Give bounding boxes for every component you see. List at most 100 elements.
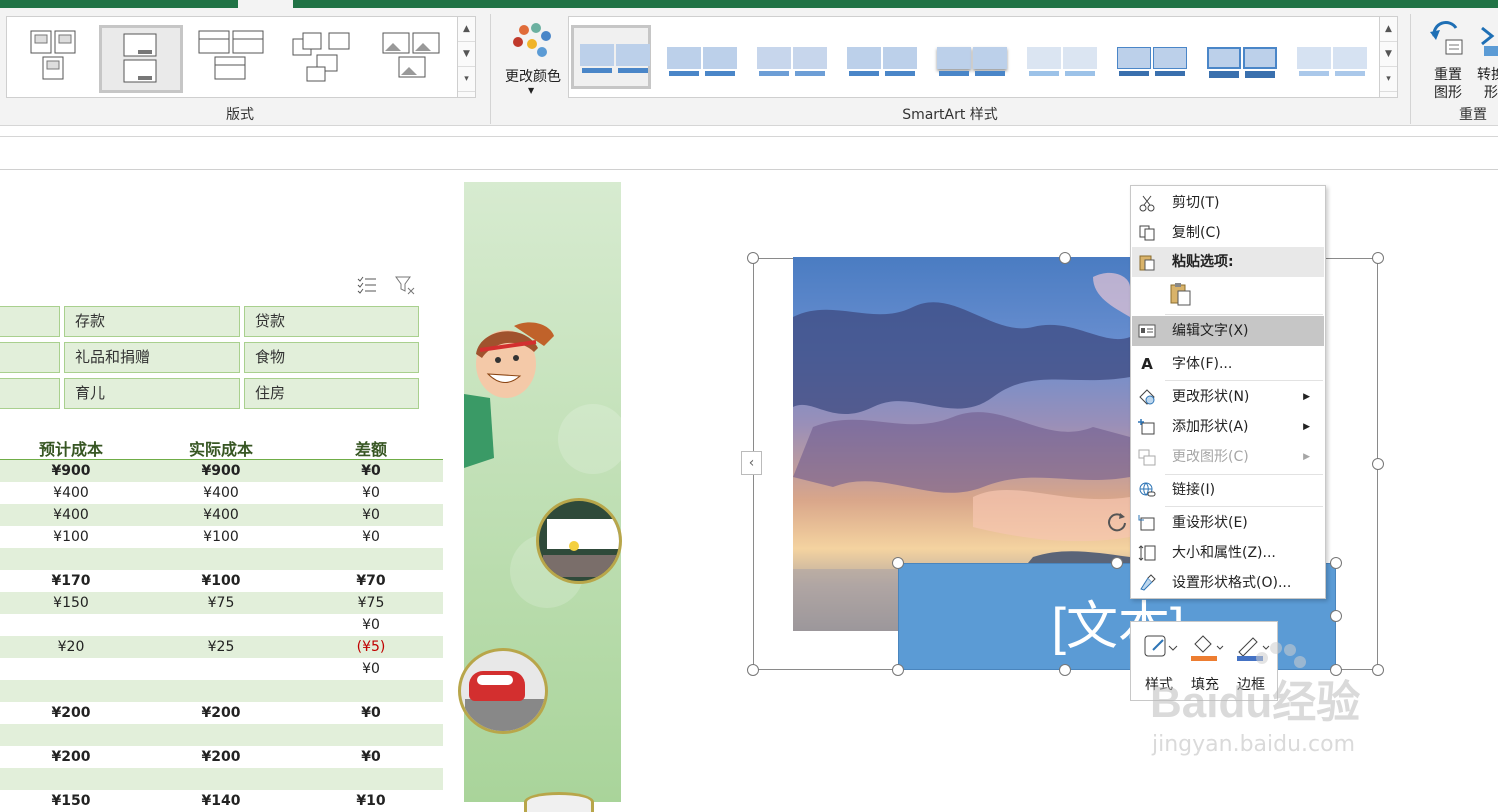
- resize-handle[interactable]: [1372, 458, 1384, 470]
- cell-projected[interactable]: ¥900: [11, 460, 131, 482]
- table-row[interactable]: [0, 768, 443, 790]
- shape-resize-handle[interactable]: [1111, 557, 1123, 569]
- convert-button[interactable]: 转换 形: [1474, 14, 1498, 98]
- slicer-item-partial[interactable]: [0, 378, 60, 409]
- table-row[interactable]: ¥200 ¥200 ¥0: [0, 702, 443, 724]
- slicer-item-partial[interactable]: [0, 306, 60, 337]
- cell-difference[interactable]: ¥0: [311, 460, 431, 482]
- menu-item-format-shape[interactable]: 设置形状格式(O)...: [1132, 568, 1324, 598]
- cell-difference[interactable]: ¥0: [311, 614, 431, 636]
- clear-filter-icon[interactable]: [394, 274, 416, 296]
- cell-projected[interactable]: ¥400: [11, 482, 131, 504]
- smartart-style-9[interactable]: [1291, 31, 1371, 95]
- table-row[interactable]: [0, 724, 443, 746]
- shape-resize-handle[interactable]: [892, 664, 904, 676]
- cell-actual[interactable]: ¥900: [161, 460, 281, 482]
- menu-item-change-shape[interactable]: 更改形状(N) ▶: [1132, 382, 1324, 412]
- resize-handle[interactable]: [1059, 664, 1071, 676]
- slicer-item-savings[interactable]: 存款: [64, 306, 240, 337]
- cell-actual[interactable]: ¥100: [161, 526, 281, 548]
- menu-item-size-properties[interactable]: 大小和属性(Z)...: [1132, 538, 1324, 568]
- cell-difference[interactable]: (¥5): [311, 636, 431, 658]
- paste-option-button[interactable]: [1169, 281, 1193, 307]
- cell-projected[interactable]: ¥20: [11, 636, 131, 658]
- shape-resize-handle[interactable]: [1330, 610, 1342, 622]
- table-row[interactable]: ¥100 ¥100 ¥0: [0, 526, 443, 548]
- cell-actual[interactable]: ¥200: [161, 746, 281, 768]
- resize-handle[interactable]: [1372, 252, 1384, 264]
- smartart-style-3[interactable]: [751, 31, 831, 95]
- layout-option-3[interactable]: [193, 25, 277, 93]
- scroll-up-icon[interactable]: ▲: [1380, 17, 1397, 42]
- menu-item-link[interactable]: 链接(I): [1132, 475, 1324, 505]
- cell-difference[interactable]: ¥75: [311, 592, 431, 614]
- scroll-down-icon[interactable]: ▼: [1380, 42, 1397, 67]
- menu-item-edit-text[interactable]: 编辑文字(X): [1132, 316, 1324, 346]
- cell-difference[interactable]: ¥70: [311, 570, 431, 592]
- table-row[interactable]: [0, 680, 443, 702]
- smartart-style-8[interactable]: [1201, 31, 1281, 95]
- table-row[interactable]: ¥20 ¥25 (¥5): [0, 636, 443, 658]
- cell-difference[interactable]: ¥0: [311, 482, 431, 504]
- slicer-item-partial[interactable]: [0, 342, 60, 373]
- menu-item-cut[interactable]: 剪切(T): [1132, 188, 1324, 218]
- layouts-gallery-scroll[interactable]: ▲ ▼ ▾: [457, 17, 475, 97]
- resize-handle[interactable]: [747, 252, 759, 264]
- table-row[interactable]: ¥900 ¥900 ¥0: [0, 460, 443, 482]
- cell-projected[interactable]: ¥170: [11, 570, 131, 592]
- smartart-style-5[interactable]: [931, 31, 1011, 95]
- slicer-item-housing[interactable]: 住房: [244, 378, 419, 409]
- layout-option-2[interactable]: [99, 25, 183, 93]
- cell-projected[interactable]: ¥150: [11, 592, 131, 614]
- cell-actual[interactable]: ¥200: [161, 702, 281, 724]
- table-row[interactable]: ¥200 ¥200 ¥0: [0, 746, 443, 768]
- smartart-style-6[interactable]: [1021, 31, 1101, 95]
- gallery-more-icon[interactable]: ▾: [1380, 67, 1397, 92]
- cell-actual[interactable]: ¥140: [161, 790, 281, 812]
- smartart-style-7[interactable]: [1111, 31, 1191, 95]
- formula-bar[interactable]: [0, 138, 1498, 170]
- cell-projected[interactable]: ¥400: [11, 504, 131, 526]
- table-row[interactable]: ¥0: [0, 658, 443, 680]
- cell-projected[interactable]: ¥200: [11, 746, 131, 768]
- cell-difference[interactable]: ¥0: [311, 526, 431, 548]
- table-row[interactable]: [0, 548, 443, 570]
- cell-actual[interactable]: ¥25: [161, 636, 281, 658]
- scroll-up-icon[interactable]: ▲: [458, 17, 475, 42]
- cell-difference[interactable]: ¥0: [311, 746, 431, 768]
- cell-projected[interactable]: ¥100: [11, 526, 131, 548]
- table-row[interactable]: ¥170 ¥100 ¥70: [0, 570, 443, 592]
- menu-item-copy[interactable]: 复制(C): [1132, 218, 1324, 248]
- table-row[interactable]: ¥400 ¥400 ¥0: [0, 504, 443, 526]
- multi-select-icon[interactable]: [356, 274, 378, 296]
- slicer-item-loans[interactable]: 贷款: [244, 306, 419, 337]
- menu-item-font[interactable]: A 字体(F)...: [1132, 349, 1324, 379]
- change-colors-button[interactable]: 更改颜色 ▼: [496, 16, 568, 98]
- cell-projected[interactable]: ¥150: [11, 790, 131, 812]
- smartart-style-1[interactable]: [571, 25, 651, 89]
- smartart-style-2[interactable]: [661, 31, 741, 95]
- table-row[interactable]: ¥0: [0, 614, 443, 636]
- slicer-item-food[interactable]: 食物: [244, 342, 419, 373]
- scroll-down-icon[interactable]: ▼: [458, 42, 475, 67]
- slicer-item-gifts[interactable]: 礼品和捐赠: [64, 342, 240, 373]
- layout-option-5[interactable]: [377, 25, 461, 93]
- cell-actual[interactable]: ¥400: [161, 504, 281, 526]
- resize-handle[interactable]: [1059, 252, 1071, 264]
- gallery-more-icon[interactable]: ▾: [458, 67, 475, 92]
- rotate-handle-icon[interactable]: [1106, 510, 1128, 532]
- layout-option-4[interactable]: [287, 25, 371, 93]
- cell-actual[interactable]: ¥400: [161, 482, 281, 504]
- table-row[interactable]: ¥150 ¥140 ¥10: [0, 790, 443, 812]
- reset-graphic-button[interactable]: 重置 图形: [1424, 14, 1474, 101]
- cell-difference[interactable]: ¥10: [311, 790, 431, 812]
- layout-option-1[interactable]: [15, 25, 99, 93]
- shape-resize-handle[interactable]: [892, 557, 904, 569]
- table-row[interactable]: ¥400 ¥400 ¥0: [0, 482, 443, 504]
- text-pane-toggle-icon[interactable]: ‹: [741, 451, 762, 475]
- cell-actual[interactable]: ¥100: [161, 570, 281, 592]
- cell-difference[interactable]: ¥0: [311, 504, 431, 526]
- cell-difference[interactable]: ¥0: [311, 702, 431, 724]
- cell-difference[interactable]: ¥0: [311, 658, 431, 680]
- menu-item-reset-shape[interactable]: 重设形状(E): [1132, 508, 1324, 538]
